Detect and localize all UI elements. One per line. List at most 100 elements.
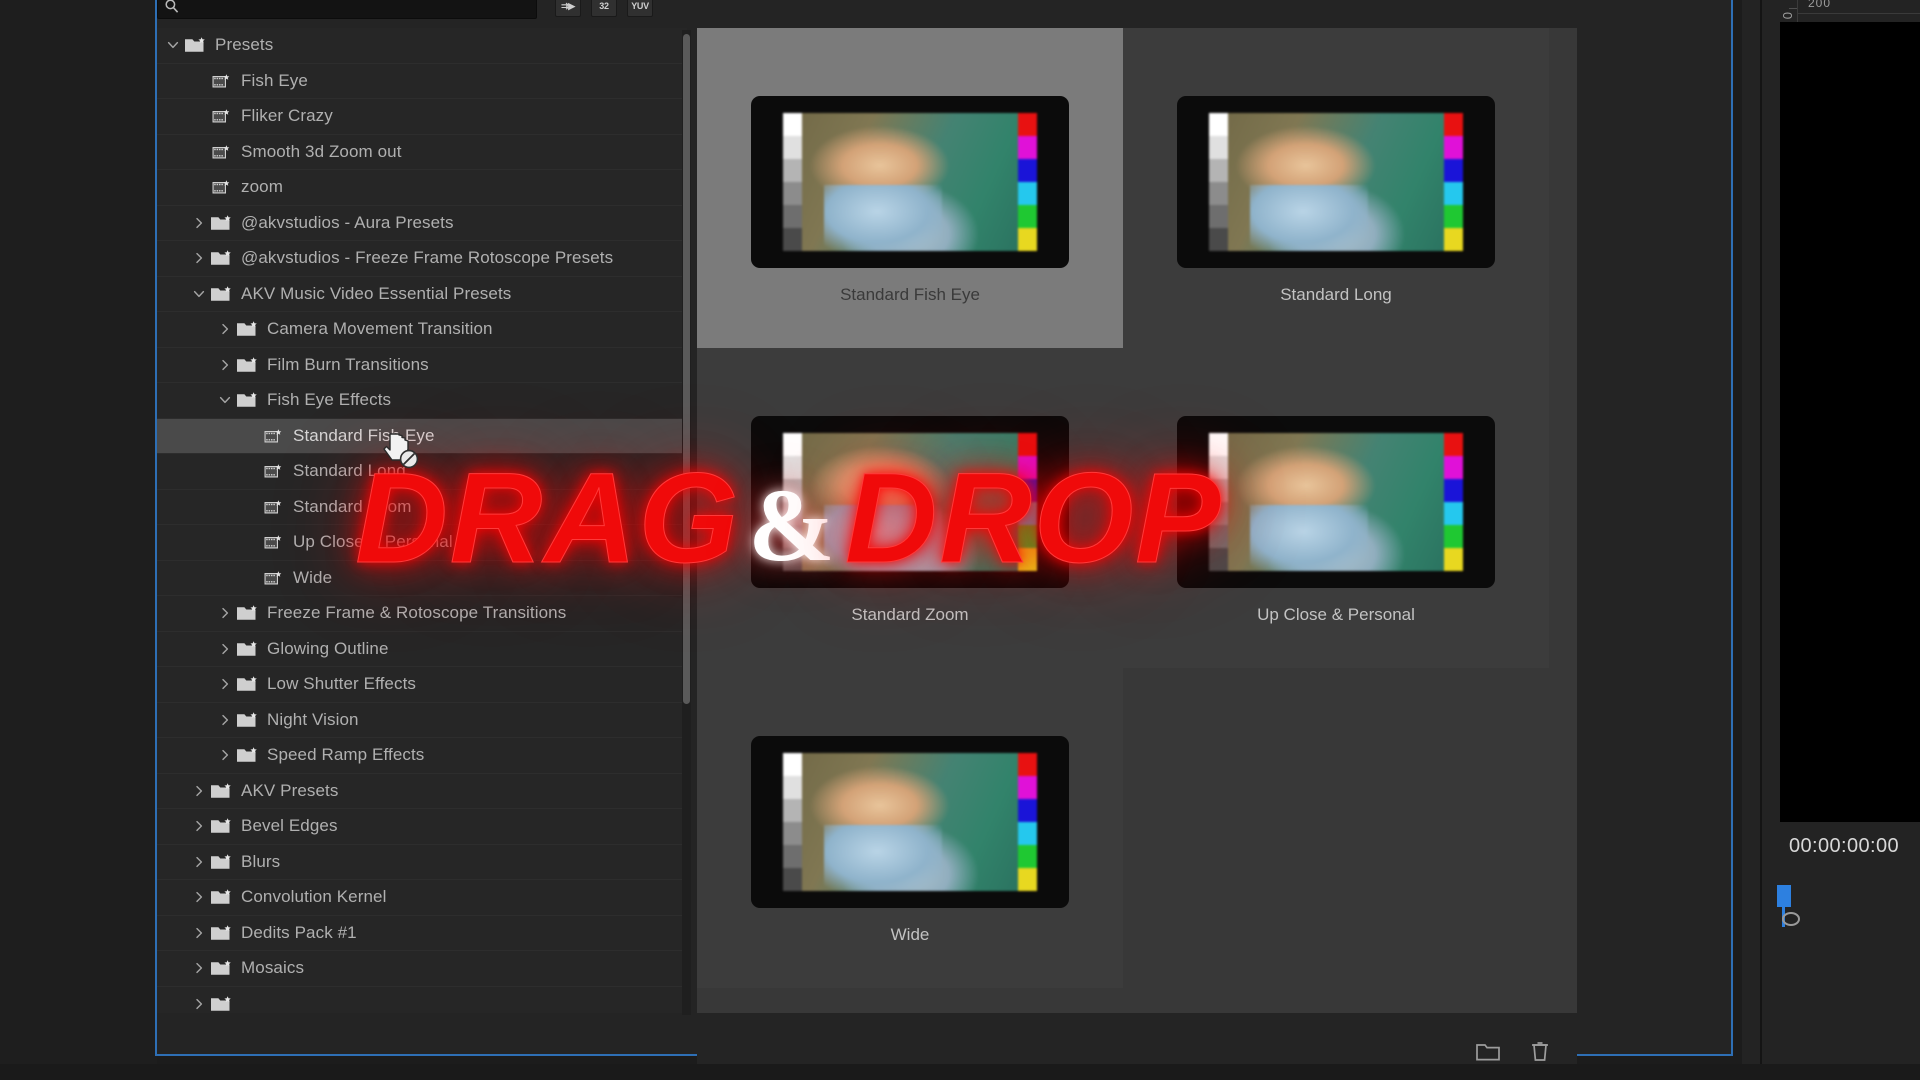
tree-item-label: Convolution Kernel — [241, 887, 387, 907]
tree-item-mosaics[interactable]: Mosaics — [157, 951, 687, 987]
effects-tree[interactable]: Presets Fish Eye Fliker Crazy Smooth 3d Zoo… — [157, 28, 687, 1013]
tree-item-convolution-kernel[interactable]: Convolution Kernel — [157, 880, 687, 916]
preset-folder-icon — [235, 639, 261, 659]
chevron-right-icon[interactable] — [215, 710, 235, 730]
chevron-right-icon[interactable] — [189, 213, 209, 233]
chevron-right-icon[interactable] — [215, 603, 235, 623]
tree-item-camera-movement-transition[interactable]: Camera Movement Transition — [157, 312, 687, 348]
tree-item-dedits-pack-1[interactable]: Dedits Pack #1 — [157, 916, 687, 951]
tree-item-bevel-edges[interactable]: Bevel Edges — [157, 809, 687, 845]
preset-folder-icon — [209, 816, 235, 836]
chevron-right-icon[interactable] — [189, 923, 209, 943]
preset-thumbnail-image[interactable] — [1177, 96, 1495, 268]
new-folder-icon[interactable] — [1475, 1039, 1501, 1063]
tree-item-akvstudios-freeze-frame-rotoscope-presets[interactable]: @akvstudios - Freeze Frame Rotoscope Pre… — [157, 241, 687, 277]
tree-item-film-burn-transitions[interactable]: Film Burn Transitions — [157, 348, 687, 383]
yuv-color-icon[interactable]: YUV — [627, 0, 653, 17]
tree-item-akvstudios-aura-presets[interactable]: @akvstudios - Aura Presets — [157, 206, 687, 241]
chevron-right-icon[interactable] — [215, 319, 235, 339]
chevron-right-icon[interactable] — [189, 816, 209, 836]
timecode-display[interactable]: 00:00:00:00 — [1789, 835, 1899, 858]
chevron-right-icon[interactable] — [215, 674, 235, 694]
tree-item-presets[interactable]: Presets — [157, 28, 687, 64]
tree-item-wide[interactable]: Wide — [157, 561, 687, 596]
tree-item-label: Smooth 3d Zoom out — [241, 141, 402, 161]
thumbnail-grid-filler — [1123, 668, 1549, 988]
preset-thumbnail-cell[interactable]: Standard Fish Eye — [697, 28, 1123, 348]
search-box[interactable] — [157, 0, 537, 19]
preset-folder-icon — [209, 248, 235, 268]
color-bars — [1018, 753, 1037, 891]
preview-frame-content — [1228, 433, 1444, 571]
tree-item-fish-eye[interactable]: Fish Eye — [157, 64, 687, 99]
chevron-right-icon[interactable] — [189, 781, 209, 801]
chevron-down-icon[interactable] — [189, 284, 209, 304]
effects-filter-buttons: ⇉▶ 32 YUV — [555, 0, 653, 17]
tree-scrollbar-thumb[interactable] — [683, 34, 690, 704]
tree-item-fish-eye-effects[interactable]: Fish Eye Effects — [157, 383, 687, 419]
tree-item-blank[interactable] — [157, 987, 687, 1014]
32-bit-color-icon[interactable]: 32 — [591, 0, 617, 17]
tree-item-fliker-crazy[interactable]: Fliker Crazy — [157, 99, 687, 135]
tree-item-low-shutter-effects[interactable]: Low Shutter Effects — [157, 667, 687, 703]
effects-search-row: ⇉▶ 32 YUV — [157, 0, 717, 22]
preset-thumbnail-grid[interactable]: Standard Fish Eye Standard Long Standard Z… — [697, 28, 1577, 1013]
tree-item-up-close-personal[interactable]: Up Close & Personal — [157, 525, 687, 561]
ruler-tick-label: 0 — [1780, 12, 1795, 21]
playhead-marker[interactable] — [1777, 885, 1791, 927]
grayscale-ramp — [1209, 113, 1228, 251]
accelerated-effects-icon[interactable]: ⇉▶ — [555, 0, 581, 17]
chevron-right-icon[interactable] — [215, 355, 235, 375]
preset-thumbnail-image[interactable] — [751, 416, 1069, 588]
chevron-down-icon[interactable] — [163, 35, 183, 55]
tree-item-glowing-outline[interactable]: Glowing Outline — [157, 632, 687, 667]
search-icon — [164, 0, 180, 14]
tree-item-freeze-frame-rotoscope-transitions[interactable]: Freeze Frame & Rotoscope Transitions — [157, 596, 687, 632]
tree-item-night-vision[interactable]: Night Vision — [157, 703, 687, 738]
ruler-tick-line — [1789, 8, 1797, 9]
chevron-right-icon[interactable] — [189, 852, 209, 872]
tree-item-label: Presets — [215, 35, 274, 55]
preset-folder-icon — [235, 390, 261, 410]
preset-thumbnail-cell[interactable]: Wide — [697, 668, 1123, 988]
chevron-right-icon[interactable] — [189, 994, 209, 1013]
tree-item-standard-long[interactable]: Standard Long — [157, 454, 687, 490]
tree-item-akv-music-video-essential-presets[interactable]: AKV Music Video Essential Presets — [157, 277, 687, 312]
grayscale-ramp — [783, 433, 802, 571]
chevron-right-icon[interactable] — [215, 745, 235, 765]
preset-folder-icon — [235, 319, 261, 339]
tree-scrollbar[interactable] — [682, 30, 691, 1015]
preset-folder-icon — [209, 213, 235, 233]
preset-folder-icon — [235, 745, 261, 765]
chevron-right-icon[interactable] — [215, 639, 235, 659]
trash-icon[interactable] — [1527, 1039, 1553, 1063]
chevron-right-icon[interactable] — [189, 248, 209, 268]
tree-item-smooth-3d-zoom-out[interactable]: Smooth 3d Zoom out — [157, 135, 687, 170]
preset-thumbnail-cell[interactable]: Standard Long — [1123, 28, 1549, 348]
tree-item-speed-ramp-effects[interactable]: Speed Ramp Effects — [157, 738, 687, 774]
panel-divider[interactable] — [1760, 0, 1762, 1078]
preview-frame-content — [802, 113, 1018, 251]
chevron-right-icon[interactable] — [189, 958, 209, 978]
preset-folder-icon — [209, 923, 235, 943]
search-input[interactable] — [184, 0, 536, 14]
zoom-scrollbar-knob[interactable] — [1782, 912, 1800, 926]
tree-item-label: Up Close & Personal — [293, 532, 453, 552]
preset-thumbnail-image[interactable] — [751, 96, 1069, 268]
grayscale-ramp — [783, 113, 802, 251]
tree-item-zoom[interactable]: zoom — [157, 170, 687, 206]
preset-thumbnail-image[interactable] — [1177, 416, 1495, 588]
tree-item-akv-presets[interactable]: AKV Presets — [157, 774, 687, 809]
preset-thumbnail-image[interactable] — [751, 736, 1069, 908]
preset-thumbnail-cell[interactable]: Up Close & Personal — [1123, 348, 1549, 668]
tree-item-blurs[interactable]: Blurs — [157, 845, 687, 880]
preset-folder-icon — [235, 710, 261, 730]
preset-item-icon — [209, 142, 235, 162]
tree-item-label: Night Vision — [267, 709, 359, 729]
program-monitor-black[interactable] — [1780, 22, 1920, 822]
chevron-right-icon[interactable] — [189, 887, 209, 907]
preset-thumbnail-cell[interactable]: Standard Zoom — [697, 348, 1123, 668]
tree-item-standard-fish-eye[interactable]: Standard Fish Eye — [157, 418, 687, 454]
tree-item-standard-zoom[interactable]: Standard Zoom — [157, 490, 687, 525]
chevron-down-icon[interactable] — [215, 390, 235, 410]
